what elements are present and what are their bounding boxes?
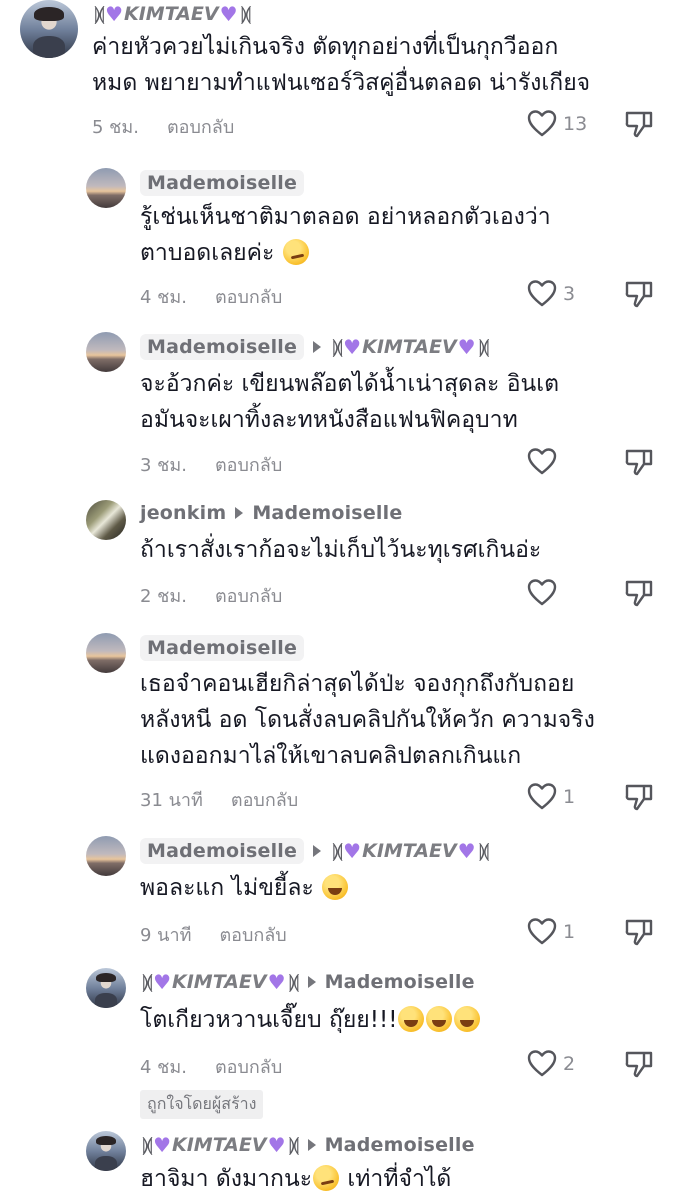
comment-text: ฮาจิมา ดังมากนะ เท่าที่จำได้ (140, 1165, 452, 1192)
heart-outline-icon (527, 448, 557, 475)
like-button[interactable]: 3 (527, 280, 575, 308)
heart-emoji-icon: ♥ (105, 2, 123, 26)
like-button[interactable]: 1 (527, 783, 575, 811)
heart-emoji-icon: ♥ (343, 335, 362, 359)
liked-by-creator-badge: ถูกใจโดยผู้สร้าง (140, 1090, 264, 1119)
like-button[interactable]: 13 (527, 110, 587, 138)
heart-emoji-icon: ♥ (343, 839, 362, 863)
comment-time: 2 ชม. (140, 586, 187, 607)
caret-right-icon (313, 845, 322, 857)
thumbs-down-icon[interactable] (624, 109, 654, 139)
author-name[interactable]: Mademoiselle (140, 838, 305, 864)
smirk-emoji-icon (313, 1165, 340, 1191)
like-button[interactable]: 2 (527, 1050, 575, 1078)
reply-to-name[interactable]: Mademoiselle (325, 1134, 475, 1156)
reply-to-name[interactable]: Mademoiselle (252, 502, 402, 524)
heart-outline-icon (527, 783, 557, 810)
comment-text: รู้เช่นเห็นชาติมาตลอด อย่าหลอกตัวเองว่า … (140, 204, 551, 266)
reply-to-name[interactable]: ⟭⟬ ♥ KIMTAEV ♥ ⟭⟬ (330, 839, 490, 863)
heart-emoji-icon: ♥ (267, 1133, 286, 1157)
thumbs-down-icon[interactable] (624, 917, 654, 947)
heart-emoji-icon: ♥ (153, 1133, 171, 1157)
like-button[interactable]: 1 (527, 918, 575, 946)
comment-time: 9 นาที (140, 925, 192, 946)
reply-button[interactable]: ตอบกลับ (231, 785, 298, 814)
thumbs-down-icon[interactable] (624, 782, 654, 812)
author-name[interactable]: jeonkim (140, 502, 226, 524)
smirk-emoji-icon (282, 239, 309, 265)
comment-time: 4 ชม. (140, 287, 187, 308)
laughing-emoji-icon (454, 1006, 481, 1032)
heart-emoji-icon: ♥ (457, 839, 476, 863)
comment-text: โตเกียวหวานเจี๊ยบ ถุ๊ยย!!! (140, 1002, 481, 1038)
avatar[interactable] (86, 332, 126, 372)
avatar[interactable] (20, 0, 78, 58)
comment-time: 31 นาที (140, 790, 203, 811)
comment-text: ถ้าเราสั่งเราก้อจะไม่เก็บไว้นะทุเรศเกินอ… (140, 537, 542, 563)
comment-time: 3 ชม. (140, 455, 187, 476)
like-count: 2 (563, 1053, 576, 1075)
caret-right-icon (307, 1139, 316, 1151)
heart-outline-icon (527, 110, 557, 137)
comment-time: 4 ชม. (140, 1057, 187, 1078)
heart-outline-icon (527, 579, 557, 606)
reply-button[interactable]: ตอบกลับ (215, 282, 282, 311)
caret-right-icon (235, 507, 244, 519)
laughing-emoji-icon (322, 874, 349, 900)
reply-button[interactable]: ตอบกลับ (215, 1052, 282, 1081)
thumbs-down-icon[interactable] (624, 279, 654, 309)
heart-outline-icon (527, 1050, 557, 1077)
like-button[interactable] (527, 448, 563, 476)
avatar[interactable] (86, 968, 126, 1008)
avatar[interactable] (86, 168, 126, 208)
thumbs-down-icon[interactable] (624, 447, 654, 477)
like-count: 3 (563, 283, 576, 305)
reply-button[interactable]: ตอบกลับ (219, 920, 286, 949)
author-name[interactable]: Mademoiselle (140, 635, 305, 661)
reply-to-name[interactable]: Mademoiselle (325, 971, 475, 993)
reply-button[interactable]: ตอบกลับ (215, 450, 282, 479)
caret-right-icon (307, 976, 316, 988)
laughing-emoji-icon (398, 1006, 425, 1032)
heart-outline-icon (527, 280, 557, 307)
reply-button[interactable]: ตอบกลับ (167, 112, 234, 141)
comment-text: เธอจำคอนเฮียกิล่าสุดได้ป่ะ จองกุกถึงกับถ… (140, 671, 595, 769)
heart-emoji-icon: ♥ (219, 2, 238, 26)
like-count: 13 (563, 113, 588, 135)
avatar[interactable] (86, 836, 126, 876)
author-name[interactable]: Mademoiselle (140, 334, 305, 360)
heart-outline-icon (527, 918, 557, 945)
author-name[interactable]: ⟭⟬ ♥ KIMTAEV ♥ ⟭⟬ (140, 970, 300, 994)
heart-emoji-icon: ♥ (267, 970, 286, 994)
reply-button[interactable]: ตอบกลับ (215, 581, 282, 610)
comment-text: จะอ้วกค่ะ เขียนพล๊อตได้น้ำเน่าสุดละ อินเ… (140, 371, 560, 433)
comment-time: 5 ชม. (92, 117, 139, 138)
author-name[interactable]: ⟭⟬ ♥ KIMTAEV ♥ ⟭⟬ (140, 1133, 300, 1157)
comment-text: ค่ายหัวควยไม่เกินจริง ตัดทุกอย่างที่เป็น… (92, 34, 591, 96)
like-button[interactable] (527, 579, 563, 607)
like-count: 1 (563, 921, 576, 943)
thumbs-down-icon[interactable] (624, 1049, 654, 1079)
reply-to-name[interactable]: ⟭⟬ ♥ KIMTAEV ♥ ⟭⟬ (330, 335, 490, 359)
author-name[interactable]: Mademoiselle (140, 170, 305, 196)
like-count: 1 (563, 786, 576, 808)
avatar[interactable] (86, 633, 126, 673)
laughing-emoji-icon (426, 1006, 453, 1032)
comment-author-row: ⟭⟬ ♥ KIMTAEV ♥ ⟭⟬ (92, 2, 252, 26)
caret-right-icon (313, 341, 322, 353)
thumbs-down-icon[interactable] (624, 578, 654, 608)
author-name[interactable]: ⟭⟬ ♥ KIMTAEV ♥ ⟭⟬ (92, 2, 252, 26)
comment-text: พอละแก ไม่ขยี้ละ (140, 870, 349, 906)
avatar[interactable] (86, 1131, 126, 1171)
avatar[interactable] (86, 500, 126, 540)
heart-emoji-icon: ♥ (457, 335, 476, 359)
heart-emoji-icon: ♥ (153, 970, 171, 994)
